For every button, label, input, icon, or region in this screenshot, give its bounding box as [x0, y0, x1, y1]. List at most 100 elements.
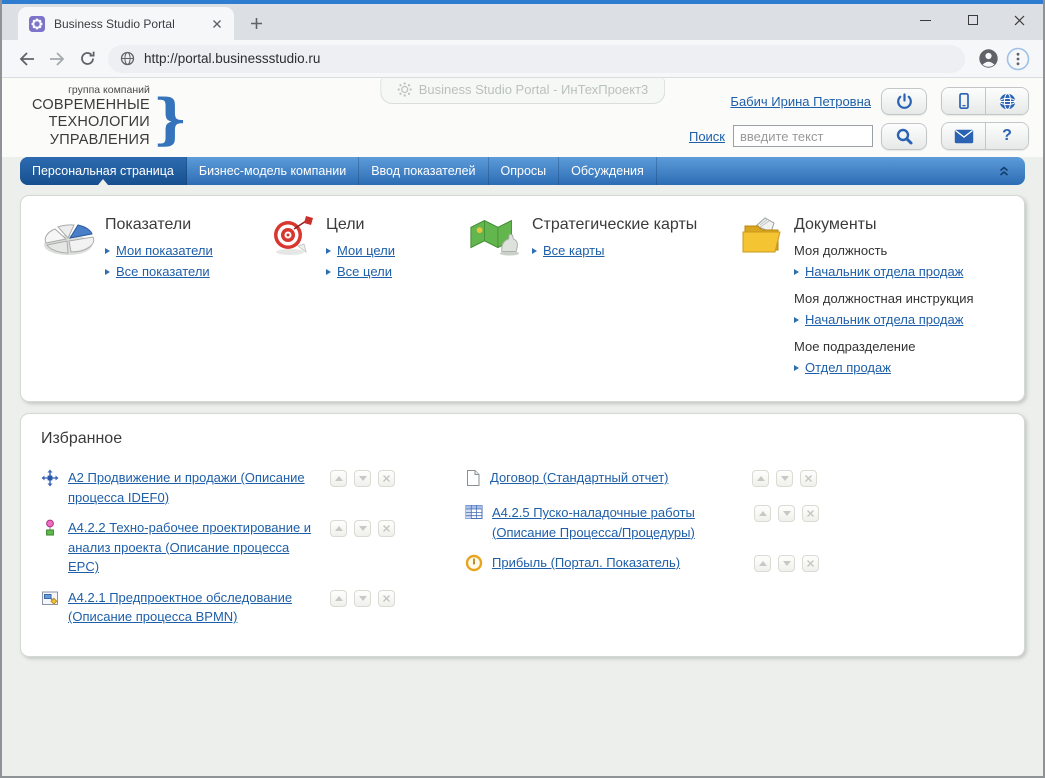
- tab-discussions[interactable]: Обсуждения: [559, 157, 657, 185]
- arrow-down-icon: [783, 561, 791, 566]
- all-goals-link[interactable]: Все цели: [337, 264, 392, 279]
- search-button[interactable]: [881, 123, 927, 150]
- remove-button[interactable]: [800, 470, 817, 487]
- arrow-up-icon: [757, 476, 765, 481]
- arrow-up-icon: [335, 596, 343, 601]
- tab-business-model[interactable]: Бизнес-модель компании: [187, 157, 359, 185]
- link-bullet-icon: [794, 317, 799, 323]
- my-department-label: Мое подразделение: [794, 339, 974, 354]
- profile-button[interactable]: [973, 44, 1003, 74]
- my-department-link[interactable]: Отдел продаж: [805, 360, 891, 375]
- remove-button[interactable]: [378, 590, 395, 607]
- tab-surveys[interactable]: Опросы: [489, 157, 560, 185]
- browser-tab[interactable]: Business Studio Portal: [18, 7, 234, 40]
- user-name-link[interactable]: Бабич Ирина Петровна: [730, 94, 871, 109]
- logout-button[interactable]: [881, 88, 927, 115]
- document-icon: [465, 469, 481, 492]
- all-maps-link[interactable]: Все карты: [543, 243, 604, 258]
- move-down-button[interactable]: [776, 470, 793, 487]
- favorite-link[interactable]: А4.2.1 Предпроектное обследование (Описа…: [68, 588, 320, 627]
- forward-button[interactable]: [42, 44, 72, 74]
- move-down-button[interactable]: [778, 505, 795, 522]
- move-down-button[interactable]: [354, 590, 371, 607]
- new-tab-button[interactable]: [242, 9, 270, 37]
- link-bullet-icon: [105, 269, 110, 275]
- browser-menu-button[interactable]: [1003, 44, 1033, 74]
- favorite-link[interactable]: А2 Продвижение и продажи (Описание проце…: [68, 468, 320, 507]
- tab-indicator-input[interactable]: Ввод показателей: [359, 157, 488, 185]
- my-goals-link[interactable]: Мои цели: [337, 243, 395, 258]
- section-indicators: Показатели Мои показатели Все показатели: [41, 212, 268, 381]
- mobile-version-button[interactable]: [942, 88, 985, 114]
- pie-chart-icon: [41, 214, 97, 263]
- arrow-up-icon: [335, 526, 343, 531]
- folder-icon: [740, 214, 786, 263]
- move-up-button[interactable]: [754, 555, 771, 572]
- link-bullet-icon: [105, 248, 110, 254]
- logo-tagline: группа компаний: [32, 84, 150, 96]
- move-up-button[interactable]: [330, 470, 347, 487]
- remove-x-icon: [382, 594, 391, 603]
- header-controls: Бабич Ирина Петровна Поиск: [689, 87, 1029, 150]
- move-down-button[interactable]: [354, 470, 371, 487]
- link-bullet-icon: [326, 248, 331, 254]
- section-strategy-maps: Стратегические карты Все карты: [468, 212, 740, 381]
- remove-button[interactable]: [802, 555, 819, 572]
- section-title: Стратегические карты: [532, 216, 697, 234]
- my-job-description-link[interactable]: Начальник отдела продаж: [805, 312, 963, 327]
- minimize-button[interactable]: [902, 0, 949, 40]
- move-up-button[interactable]: [752, 470, 769, 487]
- power-icon: [895, 92, 914, 111]
- move-up-button[interactable]: [754, 505, 771, 522]
- arrow-down-icon: [359, 526, 367, 531]
- portal-header: группа компаний СОВРЕМЕННЫЕ ТЕХНОЛОГИИ У…: [2, 78, 1043, 157]
- favorite-link[interactable]: А4.2.2 Техно-рабочее проектирование и ан…: [68, 518, 320, 577]
- reload-button[interactable]: [72, 44, 102, 74]
- favorite-item-controls: [330, 470, 395, 487]
- globe-icon: [998, 92, 1017, 111]
- favorite-item: А4.2.2 Техно-рабочее проектирование и ан…: [41, 518, 465, 577]
- remove-button[interactable]: [378, 520, 395, 537]
- move-up-button[interactable]: [330, 590, 347, 607]
- remove-x-icon: [382, 524, 391, 533]
- favorites-panel: Избранное А2 Продвижение и продажи (Опис…: [20, 413, 1025, 657]
- tab-personal-page[interactable]: Персональная страница: [20, 157, 187, 185]
- close-button[interactable]: [996, 0, 1043, 40]
- tab-close-icon[interactable]: [208, 15, 226, 33]
- favorite-link[interactable]: Прибыль (Портал. Показатель): [492, 553, 744, 573]
- move-down-button[interactable]: [778, 555, 795, 572]
- move-up-button[interactable]: [330, 520, 347, 537]
- arrow-up-icon: [759, 511, 767, 516]
- maximize-button[interactable]: [949, 0, 996, 40]
- browser-toolbar: http://portal.businessstudio.ru: [2, 40, 1043, 78]
- remove-button[interactable]: [802, 505, 819, 522]
- device-language-group: [941, 87, 1029, 115]
- my-indicators-link[interactable]: Мои показатели: [116, 243, 213, 258]
- collapse-menu-button[interactable]: [983, 157, 1025, 185]
- favorite-item-controls: [330, 520, 395, 537]
- favicon-icon: [29, 16, 45, 32]
- my-position-link[interactable]: Начальник отдела продаж: [805, 264, 963, 279]
- all-indicators-link[interactable]: Все показатели: [116, 264, 210, 279]
- search-input[interactable]: [733, 125, 873, 147]
- address-bar[interactable]: http://portal.businessstudio.ru: [108, 45, 965, 73]
- browser-window: Business Studio Portal http:/: [0, 0, 1045, 778]
- favorite-link[interactable]: Договор (Стандартный отчет): [490, 468, 742, 488]
- link-bullet-icon: [794, 365, 799, 371]
- target-icon: [268, 214, 318, 263]
- mail-button[interactable]: [942, 123, 985, 149]
- language-button[interactable]: [985, 88, 1028, 114]
- search-link[interactable]: Поиск: [689, 129, 725, 144]
- logo-line-2: ТЕХНОЛОГИИ: [32, 114, 150, 131]
- section-documents: Документы Моя должность Начальник отдела…: [740, 212, 1004, 381]
- logo-line-1: СОВРЕМЕННЫЕ: [32, 97, 150, 114]
- favorite-item-controls: [752, 470, 817, 487]
- move-down-button[interactable]: [354, 520, 371, 537]
- help-button[interactable]: ?: [985, 123, 1028, 149]
- favorite-link[interactable]: А4.2.5 Пуско-наладочные работы (Описание…: [492, 503, 744, 542]
- favorite-item: Прибыль (Портал. Показатель): [465, 553, 1004, 577]
- favorite-item-controls: [330, 590, 395, 607]
- back-button[interactable]: [12, 44, 42, 74]
- remove-button[interactable]: [378, 470, 395, 487]
- link-bullet-icon: [326, 269, 331, 275]
